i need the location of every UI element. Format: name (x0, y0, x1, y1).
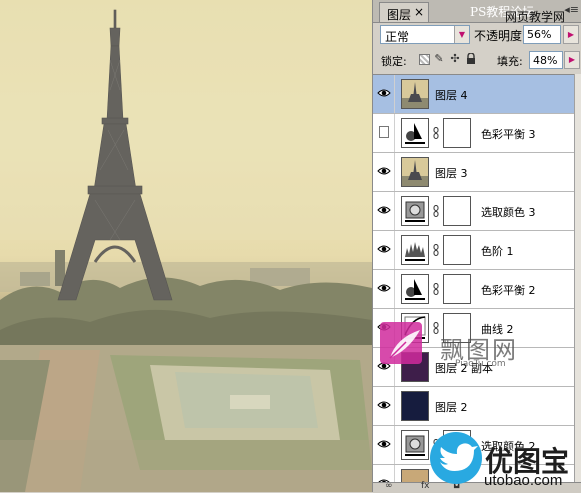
visibility-toggle[interactable] (373, 153, 395, 191)
opacity-input[interactable]: 56% (523, 25, 561, 44)
layer-mask-thumbnail[interactable] (443, 274, 471, 304)
layer-thumbnail[interactable] (401, 79, 429, 109)
feather-logo-icon (380, 322, 422, 364)
layers-panel: 图层 × ◂≡ 正常 ▼ 不透明度: 56% ▶ 锁定: ✎ ✣ 填充: 48%… (372, 0, 581, 493)
eiffel-tower-photo (0, 0, 372, 492)
opacity-label: 不透明度: (474, 29, 527, 43)
opacity-slider-button[interactable]: ▶ (563, 25, 579, 44)
photo-canvas[interactable] (0, 0, 372, 492)
lock-row: 锁定: ✎ ✣ 填充: 48% ▶ (373, 48, 581, 72)
bird-logo-icon (430, 432, 482, 484)
chain-link-icon[interactable] (433, 244, 439, 256)
layer-thumbnail[interactable] (401, 118, 429, 148)
layer-row[interactable]: 色阶 1 (373, 231, 574, 270)
layer-thumbnail[interactable] (401, 235, 429, 265)
layer-mask-thumbnail[interactable] (443, 196, 471, 226)
layer-row[interactable]: 图层 3 (373, 153, 574, 192)
tab-layers[interactable]: 图层 × (379, 2, 429, 22)
layer-thumbnail[interactable] (401, 274, 429, 304)
layer-name: 色彩平衡 3 (481, 128, 536, 141)
layer-list[interactable]: 图层 4 色彩平衡 3 图层 3 选取颜色 3 色阶 1 色彩平衡 2 曲线 2 图层 2 副… (373, 74, 574, 483)
move-icon[interactable]: ✣ (449, 53, 461, 65)
layer-mask-thumbnail[interactable] (443, 235, 471, 265)
watermark-top-black: 网页教学网 (505, 10, 566, 24)
eye-icon (377, 440, 391, 448)
layer-name: 选取颜色 3 (481, 206, 536, 219)
layer-name: 色彩平衡 2 (481, 284, 536, 297)
fill-label: 填充: (497, 55, 523, 68)
lock-transparent-icon[interactable] (419, 54, 430, 65)
watermark-bottom-en: utobao.com (484, 472, 563, 489)
visibility-toggle[interactable] (373, 75, 395, 113)
visibility-toggle[interactable] (373, 270, 395, 308)
blend-row: 正常 ▼ 不透明度: 56% ▶ (373, 22, 581, 48)
lock-label: 锁定: (381, 55, 407, 68)
layer-list-scrollbar[interactable] (574, 74, 581, 482)
watermark-mid-en: PiaoTu.com (455, 359, 506, 369)
visibility-toggle[interactable] (373, 426, 395, 464)
layer-row[interactable]: 选取颜色 3 (373, 192, 574, 231)
chain-link-icon[interactable] (433, 205, 439, 217)
layer-mask-thumbnail[interactable] (443, 118, 471, 148)
opacity-value: 56% (527, 28, 552, 41)
close-icon[interactable]: × (414, 5, 424, 19)
visibility-toggle[interactable] (373, 387, 395, 425)
layer-name: 色阶 1 (481, 245, 514, 258)
tab-layers-label: 图层 (387, 8, 412, 22)
eye-icon (377, 284, 391, 292)
chain-link-icon[interactable] (433, 322, 439, 334)
chain-link-icon[interactable] (433, 127, 439, 139)
brush-icon[interactable]: ✎ (433, 53, 445, 65)
chain-link-icon[interactable] (433, 283, 439, 295)
layer-name: 图层 2 (435, 401, 468, 414)
layer-name: 图层 3 (435, 167, 468, 180)
eye-icon (377, 401, 391, 409)
chevron-down-icon: ▼ (454, 26, 469, 43)
fill-value: 48% (533, 54, 558, 67)
link-layers-icon[interactable]: ∞ (385, 481, 393, 491)
layer-name: 图层 4 (435, 89, 468, 102)
layer-thumbnail[interactable] (401, 196, 429, 226)
layer-thumbnail[interactable] (401, 430, 429, 460)
layer-thumbnail[interactable] (401, 391, 429, 421)
blend-mode-value: 正常 (385, 30, 410, 44)
blend-mode-select[interactable]: 正常 ▼ (380, 25, 470, 44)
eye-icon (377, 167, 391, 175)
visibility-toggle[interactable] (373, 231, 395, 269)
eye-icon (377, 206, 391, 214)
eye-icon (377, 89, 391, 97)
visibility-toggle[interactable] (373, 114, 395, 152)
layer-row[interactable]: 图层 4 (373, 75, 574, 114)
layer-row[interactable]: 色彩平衡 3 (373, 114, 574, 153)
panel-menu-icon[interactable]: ◂≡ (564, 3, 579, 16)
fill-input[interactable]: 48% (529, 51, 563, 69)
layer-row[interactable]: 图层 2 (373, 387, 574, 426)
hidden-box-icon (379, 126, 389, 138)
lock-icon[interactable] (465, 52, 477, 65)
visibility-toggle[interactable] (373, 192, 395, 230)
fill-slider-button[interactable]: ▶ (564, 51, 580, 69)
layer-row[interactable]: 色彩平衡 2 (373, 270, 574, 309)
eye-icon (377, 245, 391, 253)
layer-thumbnail[interactable] (401, 157, 429, 187)
